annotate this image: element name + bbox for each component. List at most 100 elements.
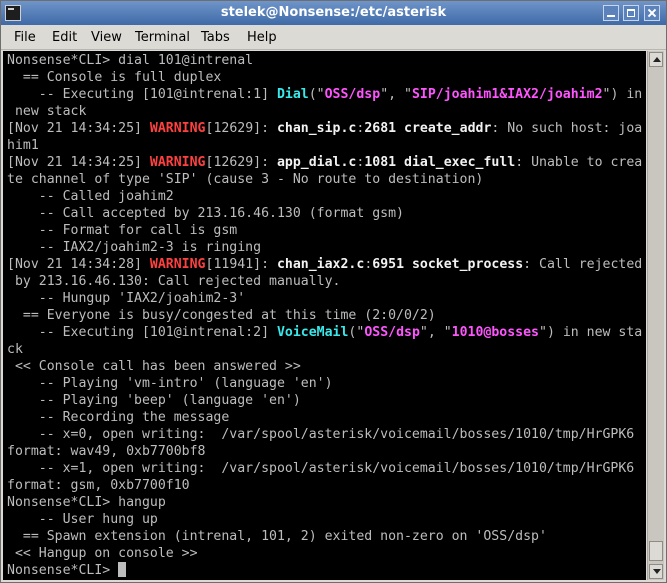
terminal-line: -- Called joahim2 [7, 188, 174, 205]
terminal-line: [Nov 21 14:34:28] WARNING[11941]: chan_i… [7, 256, 642, 273]
close-icon[interactable] [644, 5, 660, 21]
terminal-text-white: chan_iax2.c [276, 257, 365, 272]
terminal-text: te channel of type 'SIP' (cause 3 - No r… [7, 172, 484, 187]
terminal-line: format: wav49, 0xb7700bf8 [7, 443, 206, 460]
terminal-line: ck [7, 341, 23, 358]
terminal-line: -- x=1, open writing: /var/spool/asteris… [7, 460, 634, 477]
menu-bar: File Edit View Terminal Tabs Help [1, 25, 666, 50]
terminal-line: new stack [7, 103, 86, 120]
terminal-text-magenta: OSS/dsp [324, 87, 381, 102]
terminal-line: -- Executing [101@intrenal:1] Dial("OSS/… [7, 86, 642, 103]
menu-view[interactable]: View [91, 30, 122, 45]
terminal-line: Nonsense*CLI> [7, 562, 127, 579]
scrollbar-thumb[interactable] [649, 541, 663, 561]
terminal-text-white: 1081 [364, 155, 397, 170]
terminal-text: -- Format for call is gsm [7, 223, 238, 238]
terminal-text: Nonsense*CLI> hangup [7, 495, 166, 510]
scroll-down-arrow-icon[interactable] [649, 564, 663, 579]
terminal-text: == Spawn extension (intrenal, 101, 2) ex… [7, 529, 547, 544]
terminal-text: : Unable to crea [515, 155, 643, 170]
terminal-text: [Nov 21 14:34:25] [7, 155, 150, 170]
terminal-text: == Console is full duplex [7, 70, 222, 85]
terminal-text: [12629]: [205, 155, 277, 170]
terminal-line: -- Executing [101@intrenal:2] VoiceMail(… [7, 324, 642, 341]
terminal-line: << Hangup on console >> [7, 545, 198, 562]
menu-edit[interactable]: Edit [52, 30, 77, 45]
terminal-output[interactable]: Nonsense*CLI> dial 101@intrenal == Conso… [3, 51, 646, 580]
terminal-text: (" [348, 325, 365, 340]
menu-tabs[interactable]: Tabs [201, 30, 230, 45]
terminal-line: -- Recording the message [7, 409, 230, 426]
terminal-line: -- User hung up [7, 511, 158, 528]
terminal-text-red: WARNING [149, 155, 206, 170]
terminal-text: -- User hung up [7, 512, 158, 527]
terminal-text: -- Called joahim2 [7, 189, 174, 204]
terminal-text: new stack [7, 104, 87, 119]
terminal-text: ", " [419, 325, 452, 340]
terminal-line: -- Format for call is gsm [7, 222, 238, 239]
terminal-line: format: gsm, 0xb7700f10 [7, 477, 190, 494]
menu-help[interactable]: Help [247, 30, 277, 45]
terminal-line: -- IAX2/joahim2-3 is ringing [7, 239, 261, 256]
title-bar[interactable]: stelek@Nonsense:/etc/asterisk [1, 1, 666, 25]
terminal-text: : Call rejected [523, 257, 643, 272]
terminal-text-magenta: OSS/dsp [364, 325, 420, 340]
menu-file[interactable]: File [14, 30, 36, 45]
terminal-text: -- Recording the message [7, 410, 230, 425]
terminal-text-white: chan_sip.c [276, 121, 357, 136]
window-title: stelek@Nonsense:/etc/asterisk [220, 5, 447, 20]
terminal-text-white: app_dial.c [276, 155, 357, 170]
terminal-text: -- Playing 'beep' (language 'en') [7, 393, 301, 408]
terminal-text: format: gsm, 0xb7700f10 [7, 478, 190, 493]
terminal-text: << Console call has been answered >> [7, 359, 301, 374]
terminal-text: format: wav49, 0xb7700bf8 [7, 444, 206, 459]
terminal-text: [12629]: [205, 121, 277, 136]
terminal-text: by 213.16.46.130: Call rejected manually… [7, 274, 341, 289]
terminal-text: ") in [602, 87, 643, 102]
terminal-text: -- x=1, open writing: /var/spool/asteris… [7, 461, 635, 476]
terminal-line: -- x=0, open writing: /var/spool/asteris… [7, 426, 634, 443]
terminal-text: << Hangup on console >> [7, 546, 198, 561]
terminal-text: Nonsense*CLI> [7, 563, 119, 578]
terminal-text-red: WARNING [149, 121, 206, 136]
terminal-line: by 213.16.46.130: Call rejected manually… [7, 273, 341, 290]
terminal-text: -- Executing [101@intrenal:2] [7, 325, 277, 340]
terminal-text: -- Executing [101@intrenal:1] [7, 87, 277, 102]
terminal-text-white: create_addr [404, 121, 492, 136]
terminal-line: == Spawn extension (intrenal, 101, 2) ex… [7, 528, 547, 545]
terminal-text-white: 2681 [364, 121, 397, 136]
terminal-text: == Everyone is busy/congested at this ti… [7, 308, 436, 323]
terminal-line: him1 [7, 137, 39, 154]
terminal-text: [11941]: [205, 257, 277, 272]
terminal-text: ") in new sta [539, 325, 643, 340]
terminal-text-magenta: 1010@bosses [451, 325, 539, 340]
maximize-icon[interactable] [623, 5, 639, 21]
terminal-text-cyan: Dial [276, 87, 309, 102]
terminal-text: [Nov 21 14:34:28] [7, 257, 150, 272]
terminal-text-white: socket_process [411, 257, 524, 272]
terminal-line: == Console is full duplex [7, 69, 222, 86]
terminal-line: [Nov 21 14:34:25] WARNING[12629]: app_di… [7, 154, 642, 171]
terminal-text: ", " [380, 87, 412, 102]
terminal-line: -- Playing 'beep' (language 'en') [7, 392, 301, 409]
terminal-text: [Nov 21 14:34:25] [7, 121, 150, 136]
terminal-cursor [118, 562, 127, 577]
terminal-text: -- Call accepted by 213.16.46.130 (forma… [7, 206, 404, 221]
terminal-text: ck [7, 342, 23, 357]
terminal-line: Nonsense*CLI> hangup [7, 494, 166, 511]
terminal-text: -- Playing 'vm-intro' (language 'en') [7, 376, 333, 391]
terminal-text: -- x=0, open writing: /var/spool/asteris… [7, 427, 635, 442]
terminal-text: (" [308, 87, 325, 102]
terminal-line: == Everyone is busy/congested at this ti… [7, 307, 436, 324]
terminal-line: -- Call accepted by 213.16.46.130 (forma… [7, 205, 404, 222]
menu-terminal[interactable]: Terminal [135, 30, 190, 45]
vertical-scrollbar[interactable] [647, 51, 664, 580]
scroll-up-arrow-icon[interactable] [649, 52, 663, 67]
terminal-text: : No such host: joa [491, 121, 643, 136]
terminal-text: -- Hungup 'IAX2/joahim2-3' [7, 291, 246, 306]
terminal-line: << Console call has been answered >> [7, 358, 301, 375]
minimize-icon[interactable] [603, 5, 619, 21]
terminal-text: Nonsense*CLI> dial 101@intrenal [7, 53, 254, 68]
